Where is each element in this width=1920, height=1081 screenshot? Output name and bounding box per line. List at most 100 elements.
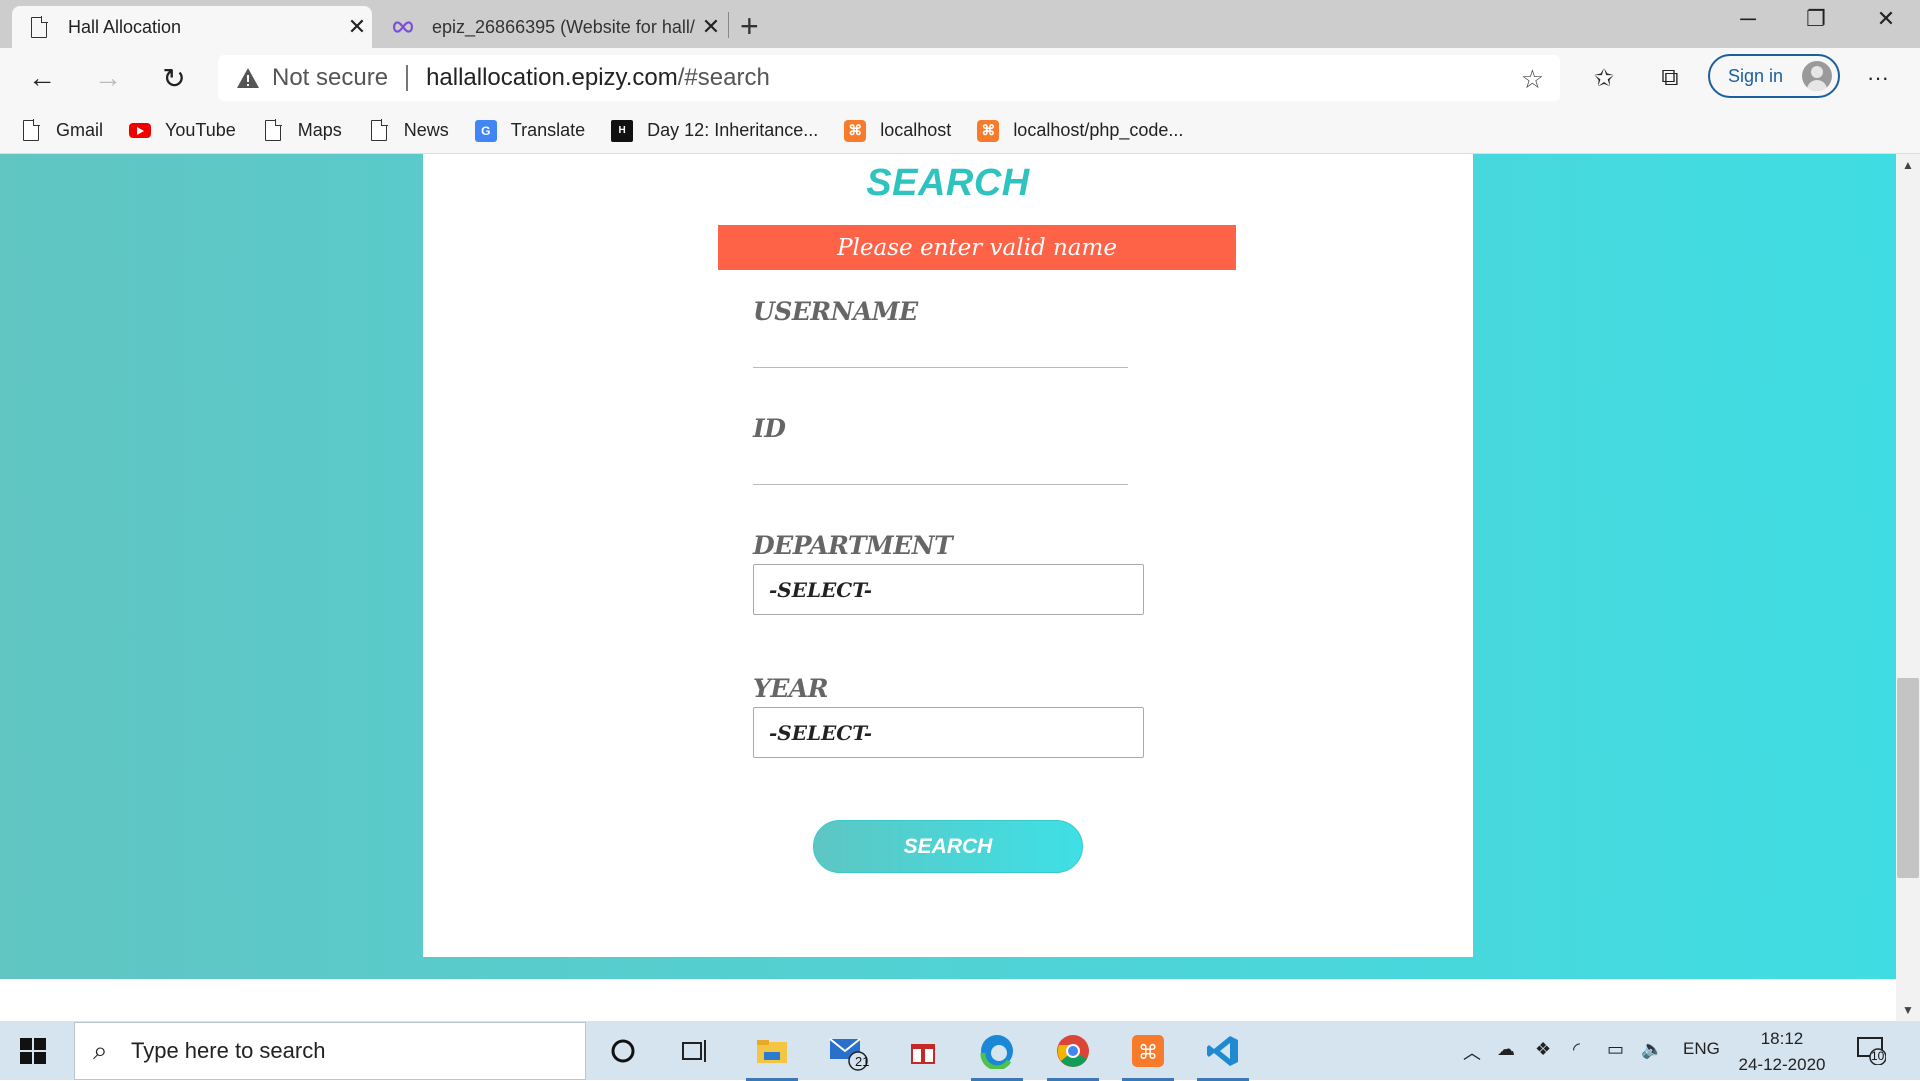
vscode-icon[interactable] [1193,1027,1253,1081]
bookmark-hackerrank[interactable]: H Day 12: Inheritance... [611,119,819,142]
bookmark-label: YouTube [165,120,236,140]
url-host: hallallocation.epizy.com [426,64,678,91]
xampp-icon: ⌘ [977,119,1000,142]
clock-date: 24-12-2020 [1738,1055,1826,1074]
bookmark-news[interactable]: News [368,119,449,142]
bookmark-label: News [403,120,449,140]
mail-icon[interactable]: 21 [818,1027,878,1075]
search-button[interactable]: SEARCH [813,820,1083,873]
close-tab-icon[interactable]: ✕ [342,14,372,40]
document-icon [368,119,390,142]
document-icon [28,15,50,38]
taskbar-search-placeholder: Type here to search [131,1038,326,1063]
url-text[interactable]: hallallocation.epizy.com/#search [426,64,770,92]
search-icon: ⌕ [93,1035,108,1065]
file-explorer-icon[interactable] [742,1027,802,1081]
error-banner: Please enter valid name [718,225,1236,270]
back-arrow-icon[interactable]: ← [22,58,62,98]
task-view-icon[interactable] [665,1027,725,1075]
windows-taskbar: ⌕ Type here to search 21 ⌘ ︿ ☁ ❖ ◜ ▭ 🔈 E… [0,1021,1920,1081]
language-indicator[interactable]: ENG [1683,1039,1720,1059]
bookmarks-bar: Gmail YouTube Maps News G Translate H Day … [0,108,1920,154]
xampp-icon: ⌘ [844,119,867,142]
hackerrank-icon: H [611,119,634,142]
department-label: DEPARTMENT [753,531,953,560]
favorite-star-icon[interactable]: ☆ [1521,64,1544,95]
username-label: USERNAME [753,297,918,326]
close-window-icon[interactable]: ✕ [1866,6,1906,32]
xampp-app-icon[interactable]: ⌘ [1118,1027,1178,1081]
bookmark-youtube[interactable]: YouTube [129,120,236,142]
id-input[interactable] [753,445,1128,485]
tab-title: Hall Allocation [68,16,182,37]
search-card: SEARCH Please enter valid name USERNAME … [423,154,1473,957]
favorites-list-icon[interactable]: ✩ [1584,58,1624,98]
scroll-down-arrow-icon[interactable]: ▼ [1896,1003,1920,1017]
action-center-icon[interactable]: 10 [1856,1035,1887,1066]
address-divider [406,65,409,91]
bookmark-gmail[interactable]: Gmail [20,119,104,142]
security-label[interactable]: Not secure [272,64,388,92]
page-bottom-area [0,979,1896,1021]
bookmark-maps[interactable]: Maps [262,119,342,142]
edge-browser-icon[interactable] [967,1027,1027,1081]
scrollbar-thumb[interactable] [1897,678,1919,878]
bookmark-label: Maps [297,120,342,140]
infinity-icon [392,16,414,38]
bookmark-localhost[interactable]: ⌘ localhost [844,119,952,142]
chrome-icon[interactable] [1043,1027,1103,1081]
document-icon [262,119,284,142]
sign-in-label: Sign in [1728,65,1784,86]
new-tab-icon[interactable]: + [740,8,759,45]
page-title: SEARCH [866,162,1030,204]
year-select[interactable]: -SELECT- [753,707,1144,758]
more-options-icon[interactable]: ··· [1858,58,1898,98]
clock-time: 18:12 [1760,1029,1804,1048]
collections-icon[interactable]: ⧉ [1650,58,1690,98]
google-translate-icon: G [474,119,497,142]
bookmark-label: localhost/php_code... [1013,120,1184,140]
svg-text:⌘: ⌘ [1138,1040,1158,1064]
minimize-icon[interactable]: ─ [1728,6,1768,32]
id-label: ID [753,414,786,443]
address-bar[interactable]: Not secure hallallocation.epizy.com/#sea… [218,55,1560,101]
show-hidden-icons-chevron-icon[interactable]: ︿ [1463,1039,1481,1065]
volume-icon[interactable]: 🔈 [1641,1039,1663,1060]
forward-arrow-icon[interactable]: → [88,58,128,98]
gift-icon[interactable] [893,1027,953,1075]
scroll-up-arrow-icon[interactable]: ▲ [1896,158,1920,172]
cortana-icon[interactable] [593,1027,653,1075]
bookmark-localhost-php[interactable]: ⌘ localhost/php_code... [977,119,1184,142]
onedrive-icon[interactable]: ☁ [1497,1039,1515,1060]
page-viewport: SEARCH Please enter valid name USERNAME … [0,154,1896,979]
refresh-icon[interactable]: ↻ [154,58,194,98]
tab-hall-allocation[interactable]: Hall Allocation ✕ [12,6,372,48]
dropbox-icon[interactable]: ❖ [1535,1039,1551,1060]
tab-title: epiz_26866395 (Website for hall/ [432,16,695,37]
sign-in-button[interactable]: Sign in [1708,54,1840,98]
year-label: YEAR [753,674,829,703]
username-input[interactable] [753,328,1128,368]
bookmark-translate[interactable]: G Translate [474,119,586,142]
mail-badge: 21 [855,1054,870,1069]
wifi-icon[interactable]: ◜ [1573,1039,1580,1060]
tab-epiz[interactable]: epiz_26866395 (Website for hall/ ✕ [376,6,726,48]
document-icon [20,119,42,142]
taskbar-search-box[interactable]: ⌕ Type here to search [74,1022,586,1080]
close-tab-icon[interactable]: ✕ [696,14,726,40]
vertical-scrollbar[interactable]: ▲ ▼ [1896,154,1920,1021]
url-path: /#search [677,64,770,91]
restore-icon[interactable]: ❐ [1796,6,1836,32]
taskbar-clock[interactable]: 18:12 24-12-2020 [1734,1026,1830,1078]
bookmark-label: Gmail [56,120,104,140]
bookmark-label: localhost [880,120,952,140]
department-select[interactable]: -SELECT- [753,564,1144,615]
browser-toolbar: ← → ↻ Not secure hallallocation.epizy.co… [0,48,1920,108]
year-selected-value: -SELECT- [769,720,873,745]
tab-divider [728,12,729,38]
bookmark-label: Day 12: Inheritance... [647,120,819,140]
windows-start-icon[interactable] [20,1038,46,1064]
bookmark-label: Translate [510,120,586,140]
battery-icon[interactable]: ▭ [1607,1039,1624,1060]
warning-icon[interactable] [236,65,262,91]
